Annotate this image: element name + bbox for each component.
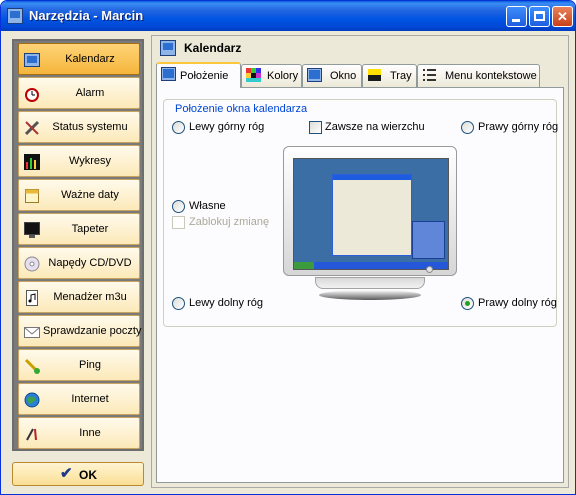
minimize-button[interactable]: [506, 6, 527, 27]
bar-chart-icon: [24, 154, 40, 170]
sidebar-item-label: Kalendarz: [65, 53, 115, 65]
globe-icon: [24, 392, 40, 408]
position-group: Położenie okna kalendarza Lewy górny róg…: [163, 99, 558, 327]
monitor-power-icon: [426, 266, 433, 273]
monitor-preview: [283, 146, 457, 300]
radio-top-left-label[interactable]: Lewy górny róg: [189, 121, 264, 133]
date-icon: [24, 188, 40, 204]
radio-bottom-right-label[interactable]: Prawy dolny róg: [478, 297, 557, 309]
sidebar-item-label: Alarm: [75, 87, 105, 99]
sidebar-item-inne[interactable]: Inne: [18, 417, 140, 449]
preview-window: [332, 174, 412, 256]
maximize-button[interactable]: [529, 6, 550, 27]
tab-kolory[interactable]: Kolory: [241, 64, 302, 87]
context-menu-icon: [422, 68, 437, 82]
sidebar-item-label: Menadżer m3u: [53, 291, 127, 303]
calendar-icon: [24, 52, 40, 68]
sidebar-item-label: Tapeter: [71, 223, 109, 235]
tab-label: Tray: [390, 70, 412, 82]
monitor-screen: [293, 158, 449, 270]
radio-top-right-label[interactable]: Prawy górny róg: [478, 121, 558, 133]
sidebar-item-label: Ważne daty: [61, 189, 119, 201]
maximize-icon: [534, 11, 545, 21]
tools-window: Narzędzia - Marcin ✕ Kalendarz Alarm Sta…: [0, 0, 576, 495]
sidebar-item-label: Napędy CD/DVD: [48, 257, 132, 269]
ok-button-label: OK: [79, 468, 97, 482]
sidebar-item-label: Ping: [78, 359, 102, 371]
sidebar-item-label: Sprawdzanie poczty: [43, 325, 142, 337]
sidebar-item-status-systemu[interactable]: Status systemu: [18, 111, 140, 143]
sidebar-item-alarm[interactable]: Alarm: [18, 77, 140, 109]
cd-icon: [24, 256, 40, 272]
sidebar-item-internet[interactable]: Internet: [18, 383, 140, 415]
close-button[interactable]: ✕: [552, 6, 573, 27]
panel-title: Kalendarz: [184, 41, 242, 55]
tab-label: Kolory: [267, 70, 299, 82]
tab-okno[interactable]: Okno: [302, 64, 362, 87]
preview-taskbar: [294, 262, 448, 269]
radio-top-left[interactable]: [172, 121, 185, 134]
sidebar-item-label: Wykresy: [68, 155, 112, 167]
preview-start-button: [294, 262, 314, 269]
sidebar-item-wykresy[interactable]: Wykresy: [18, 145, 140, 177]
sidebar-item-napedy-cd-dvd[interactable]: Napędy CD/DVD: [18, 247, 140, 279]
position-icon: [161, 67, 176, 81]
music-file-icon: [24, 290, 40, 306]
ok-button[interactable]: ✔ OK: [12, 462, 144, 486]
sidebar-item-tapeter[interactable]: Tapeter: [18, 213, 140, 245]
tab-content-polozenie: Położenie okna kalendarza Lewy górny róg…: [156, 87, 564, 483]
color-palette-icon: [246, 68, 261, 82]
window-title: Narzędzia - Marcin: [29, 8, 144, 23]
radio-custom-label[interactable]: Własne: [189, 200, 226, 212]
tab-label: Okno: [330, 70, 357, 82]
monitor-base: [315, 277, 425, 289]
checkbox-lock-changes[interactable]: [172, 216, 185, 229]
radio-bottom-left-label[interactable]: Lewy dolny róg: [189, 297, 263, 309]
title-bar[interactable]: Narzędzia - Marcin ✕: [1, 1, 575, 31]
minimize-icon: [512, 19, 520, 22]
misc-tools-icon: [24, 426, 40, 442]
sidebar-item-label: Internet: [71, 393, 109, 405]
sidebar-item-kalendarz[interactable]: Kalendarz: [18, 43, 140, 75]
tab-polozenie[interactable]: Położenie: [156, 62, 241, 88]
tab-label: Menu kontekstowe: [445, 70, 537, 82]
checkbox-always-on-top-label[interactable]: Zawsze na wierzchu: [325, 121, 425, 133]
calendar-icon: [160, 40, 176, 56]
tab-label: Położenie: [180, 70, 229, 82]
tab-tray[interactable]: Tray: [362, 64, 417, 87]
mail-icon: [24, 324, 40, 340]
tray-icon: [367, 68, 382, 82]
settings-panel: Kalendarz Położenie Kolory Okno Tray Men…: [151, 35, 569, 488]
radio-top-right[interactable]: [461, 121, 474, 134]
sidebar-item-sprawdzanie-poczty[interactable]: Sprawdzanie poczty: [18, 315, 142, 347]
tab-menu-kontekstowe[interactable]: Menu kontekstowe: [417, 64, 540, 87]
checkmark-icon: ✔: [60, 465, 73, 482]
sidebar-item-ping[interactable]: Ping: [18, 349, 140, 381]
sidebar-item-wazne-daty[interactable]: Ważne daty: [18, 179, 140, 211]
preview-calendar-position: [412, 221, 445, 259]
close-icon: ✕: [557, 9, 568, 24]
sidebar-item-menadzer-m3u[interactable]: Menadżer m3u: [18, 281, 140, 313]
monitor-frame: [283, 146, 457, 276]
checkbox-always-on-top[interactable]: [309, 121, 322, 134]
sidebar-item-label: Inne: [79, 427, 101, 439]
app-icon: [7, 8, 23, 24]
wallpaper-icon: [24, 222, 40, 238]
sidebar-item-label: Status systemu: [52, 121, 128, 133]
tools-icon: [24, 120, 40, 136]
alarm-clock-icon: [24, 86, 40, 102]
radio-custom[interactable]: [172, 200, 185, 213]
radio-bottom-right[interactable]: [461, 297, 474, 310]
radio-bottom-left[interactable]: [172, 297, 185, 310]
checkbox-lock-changes-label[interactable]: Zablokuj zmianę: [189, 216, 269, 228]
group-legend: Położenie okna kalendarza: [173, 103, 310, 115]
monitor-stand: [319, 290, 421, 300]
window-icon: [307, 68, 322, 82]
ping-icon: [24, 358, 40, 374]
sidebar: Kalendarz Alarm Status systemu Wykresy W…: [12, 39, 144, 451]
